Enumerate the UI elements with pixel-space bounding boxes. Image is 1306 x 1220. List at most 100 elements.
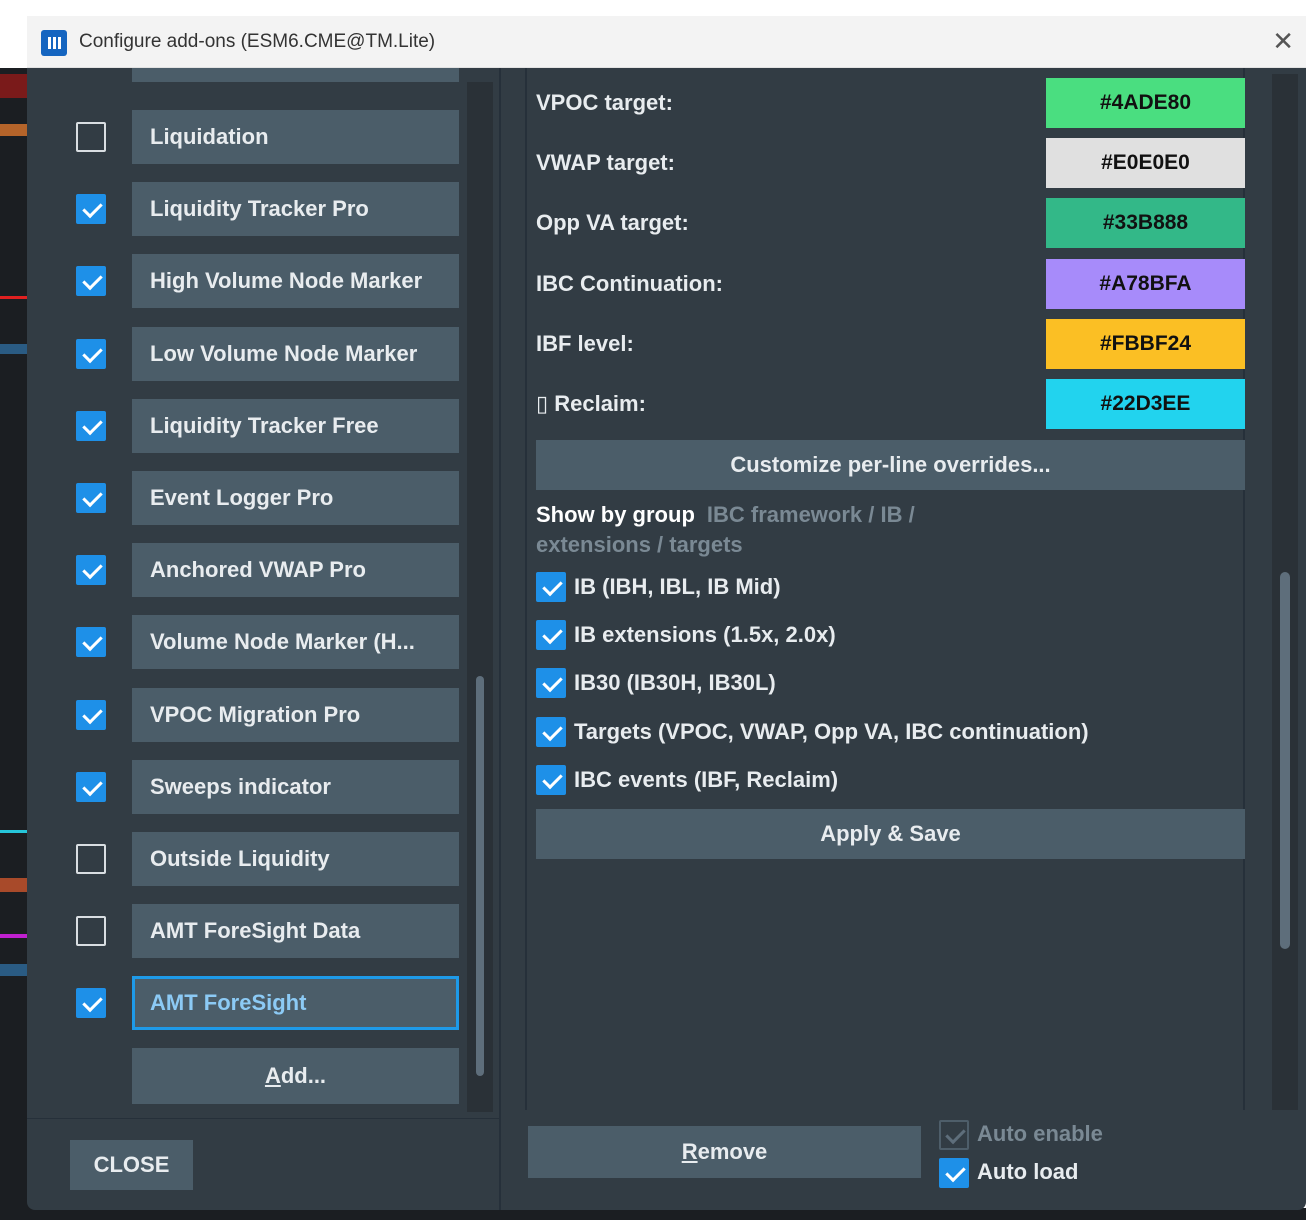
color-swatch-button[interactable]: #A78BFA xyxy=(1046,258,1245,309)
color-setting-label: VPOC target: xyxy=(536,90,673,115)
chart-mark xyxy=(0,124,27,136)
addon-enabled-checkbox[interactable] xyxy=(76,988,106,1019)
addon-button[interactable]: Liquidity Tracker Pro xyxy=(132,182,459,237)
addon-enabled-checkbox[interactable] xyxy=(76,410,106,441)
addon-button[interactable]: VPOC Migration Pro xyxy=(132,687,459,742)
addon-settings: VPOC target: #4ADE80 VWAP target: #E0E0E0 Op… xyxy=(525,68,1247,1110)
color-setting-label: IBF level: xyxy=(536,330,634,356)
group-option-checkbox[interactable] xyxy=(536,764,566,795)
color-setting-label: Opp VA target: xyxy=(536,210,689,236)
addon-button-partial[interactable] xyxy=(132,68,459,82)
chart-mark xyxy=(0,296,27,299)
close-icon[interactable]: ✕ xyxy=(1272,28,1294,54)
group-option: IB (IBH, IBL, IB Mid) xyxy=(536,572,1236,604)
chart-mark xyxy=(0,878,27,892)
color-swatch-button[interactable]: #E0E0E0 xyxy=(1046,138,1245,189)
group-option: IB extensions (1.5x, 2.0x) xyxy=(536,620,1236,652)
color-setting-label: VWAP target: xyxy=(536,150,675,176)
color-swatch-button[interactable]: #22D3EE xyxy=(1046,379,1245,429)
group-option-label: IB extensions (1.5x, 2.0x) xyxy=(574,622,836,648)
addon-button[interactable]: AMT ForeSight Data xyxy=(132,904,459,959)
remove-label-mnemonic: R xyxy=(681,1139,698,1164)
addon-button[interactable]: Event Logger Pro xyxy=(132,471,459,525)
addon-row: High Volume Node Marker xyxy=(27,254,499,310)
addon-list: Liquidation Liquidity Tracker Pro High Vol… xyxy=(27,68,499,1118)
addon-enabled-checkbox[interactable] xyxy=(76,266,106,297)
addon-row: Liquidation xyxy=(27,110,499,166)
apply-save-button[interactable]: Apply & Save xyxy=(536,809,1245,859)
addon-button[interactable]: Sweeps indicator xyxy=(132,759,459,814)
addon-enabled-checkbox[interactable] xyxy=(76,555,106,586)
group-option-label: Targets (VPOC, VWAP, Opp VA, IBC continu… xyxy=(574,718,1089,744)
left-divider xyxy=(27,1118,499,1119)
close-button[interactable]: CLOSE xyxy=(70,1140,193,1190)
auto-enable-checkbox[interactable] xyxy=(939,1120,969,1150)
remove-button[interactable]: Remove xyxy=(528,1126,921,1178)
addon-row: Low Volume Node Marker xyxy=(27,326,499,383)
group-option: IB30 (IB30H, IB30L) xyxy=(536,668,1236,700)
addon-button[interactable]: High Volume Node Marker xyxy=(132,254,459,309)
group-option-checkbox[interactable] xyxy=(536,572,566,602)
addon-list-scroll-thumb[interactable] xyxy=(476,676,484,1076)
title-bar: Configure add-ons (ESM6.CME@TM.Lite) ✕ xyxy=(27,16,1306,68)
addon-enabled-checkbox[interactable] xyxy=(76,194,106,225)
addon-button[interactable]: Liquidation xyxy=(132,110,459,164)
window-title: Configure add-ons (ESM6.CME@TM.Lite) xyxy=(79,31,436,52)
chart-mark xyxy=(0,964,27,976)
color-setting-label: ▯ Reclaim: xyxy=(536,391,646,416)
color-swatch-button[interactable]: #FBBF24 xyxy=(1046,318,1245,369)
addon-enabled-checkbox[interactable] xyxy=(76,771,106,802)
remove-label: emove xyxy=(697,1139,768,1164)
color-swatch-button[interactable]: #4ADE80 xyxy=(1046,78,1245,128)
addon-button[interactable]: Anchored VWAP Pro xyxy=(132,543,459,598)
chart-mark xyxy=(0,934,27,938)
addon-row: AMT ForeSight xyxy=(27,976,499,1032)
show-by-group-header: Show by group IBC framework / IB / extens… xyxy=(536,500,1016,560)
settings-scroll-thumb[interactable] xyxy=(1280,572,1290,949)
color-swatch-button[interactable]: #33B888 xyxy=(1046,198,1245,249)
addon-enabled-checkbox[interactable] xyxy=(76,338,106,369)
add-addon-button[interactable]: Add... xyxy=(132,1048,459,1104)
addon-enabled-checkbox[interactable] xyxy=(76,916,106,947)
addon-row: Outside Liquidity xyxy=(27,832,499,888)
show-by-group-title: Show by group xyxy=(536,502,695,527)
addon-enabled-checkbox[interactable] xyxy=(76,627,106,658)
addon-row: Sweeps indicator xyxy=(27,759,499,816)
addon-row: Liquidity Tracker Pro xyxy=(27,182,499,238)
addon-button[interactable]: Liquidity Tracker Free xyxy=(132,398,459,453)
addon-enabled-checkbox[interactable] xyxy=(76,699,106,730)
addon-button[interactable]: Outside Liquidity xyxy=(132,832,459,886)
customize-overrides-button[interactable]: Customize per-line overrides... xyxy=(536,440,1245,490)
addon-enabled-checkbox[interactable] xyxy=(76,483,106,513)
addon-row: Liquidity Tracker Free xyxy=(27,398,499,455)
add-label: dd... xyxy=(280,1063,327,1088)
addon-button[interactable]: Volume Node Marker (H... xyxy=(132,615,459,670)
configure-addons-dialog: Configure add-ons (ESM6.CME@TM.Lite) ✕ L… xyxy=(27,16,1306,1210)
background-chart xyxy=(0,68,30,1220)
group-option-checkbox[interactable] xyxy=(536,716,566,747)
pane-divider xyxy=(499,68,501,1210)
chart-mark xyxy=(0,74,27,98)
chart-mark xyxy=(0,344,27,354)
app-icon xyxy=(41,30,67,56)
group-option-label: IB30 (IB30H, IB30L) xyxy=(574,670,776,696)
auto-load-checkbox[interactable] xyxy=(939,1158,969,1188)
group-option: Targets (VPOC, VWAP, Opp VA, IBC continu… xyxy=(536,716,1236,749)
group-option-label: IB (IBH, IBL, IB Mid) xyxy=(574,574,781,599)
color-setting-label: IBC Continuation: xyxy=(536,270,723,296)
auto-load-label: Auto load xyxy=(977,1159,1079,1184)
addon-row: Event Logger Pro xyxy=(27,471,499,527)
addon-row: AMT ForeSight Data xyxy=(27,904,499,960)
add-label-mnemonic: A xyxy=(264,1063,281,1088)
group-option-checkbox[interactable] xyxy=(536,620,566,651)
addon-button[interactable]: Low Volume Node Marker xyxy=(132,326,459,381)
addon-row: VPOC Migration Pro xyxy=(27,687,499,744)
addon-enabled-checkbox[interactable] xyxy=(76,122,106,152)
chart-mark xyxy=(0,830,27,833)
addon-enabled-checkbox[interactable] xyxy=(76,844,106,874)
group-option-checkbox[interactable] xyxy=(536,668,566,699)
addon-row: Anchored VWAP Pro xyxy=(27,543,499,599)
addon-button[interactable]: AMT ForeSight xyxy=(132,976,459,1031)
auto-enable-label: Auto enable xyxy=(977,1121,1103,1146)
group-option: IBC events (IBF, Reclaim) xyxy=(536,764,1236,797)
